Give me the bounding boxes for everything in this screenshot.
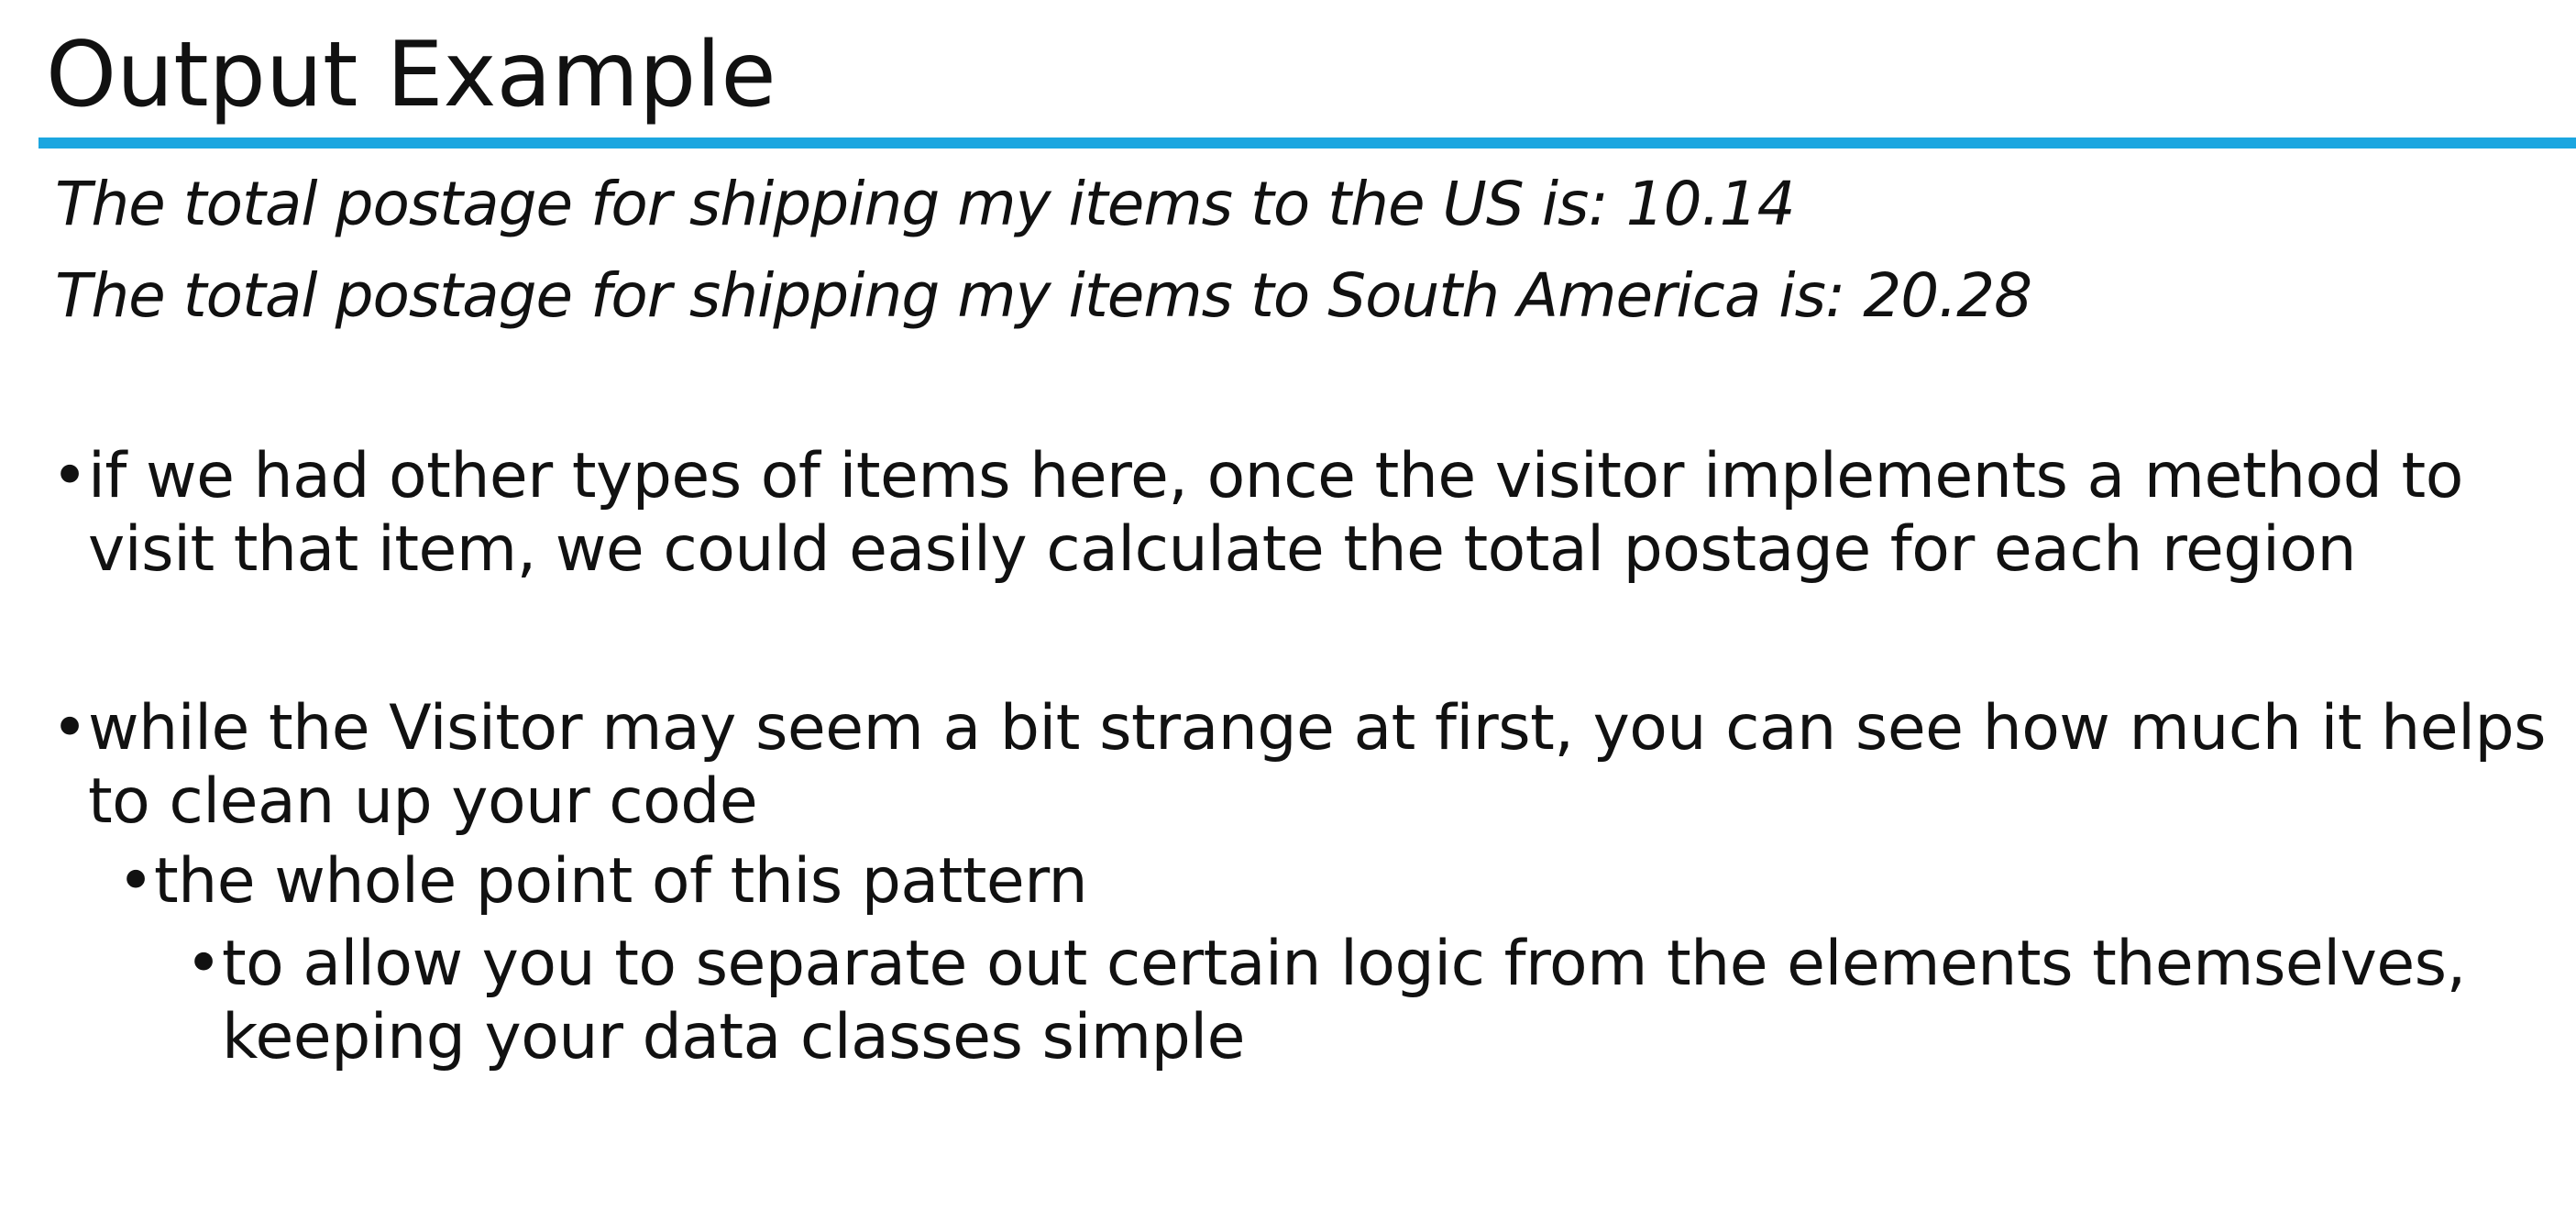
slide: Output Example The total postage for shi… [0,0,2576,1210]
bullet-dot: • [185,928,222,1000]
bullet-text-line: keeping your data classes simple [222,1001,1246,1073]
bullet-text-line: if we had other types of items here, onc… [88,440,2463,512]
output-line-south-america: The total postage for shipping my items … [55,260,2032,331]
slide-title: Output Example [46,23,776,127]
bullet-text-line: the whole point of this pattern [154,845,1088,918]
sub-bullet-whole-point: • the whole point of this pattern [117,845,2537,918]
bullet-text-line: to clean up your code [88,765,758,838]
sub-sub-bullet-separate-logic: • to allow you to separate out certain l… [185,928,2550,1074]
bullet-text-line: while the Visitor may seem a bit strange… [88,692,2547,764]
bullet-dot: • [51,692,88,764]
bullet-dot: • [117,845,154,918]
bullet-text-line: to allow you to separate out certain log… [222,928,2466,1000]
bullet-text-line: visit that item, we could easily calcula… [88,513,2357,586]
bullet-dot: • [51,440,88,512]
title-underline [39,138,2576,148]
bullet-item-other-items: • if we had other types of items here, o… [51,440,2563,587]
bullet-item-visitor-strange: • while the Visitor may seem a bit stran… [51,692,2563,839]
output-line-us: The total postage for shipping my items … [55,169,1796,239]
